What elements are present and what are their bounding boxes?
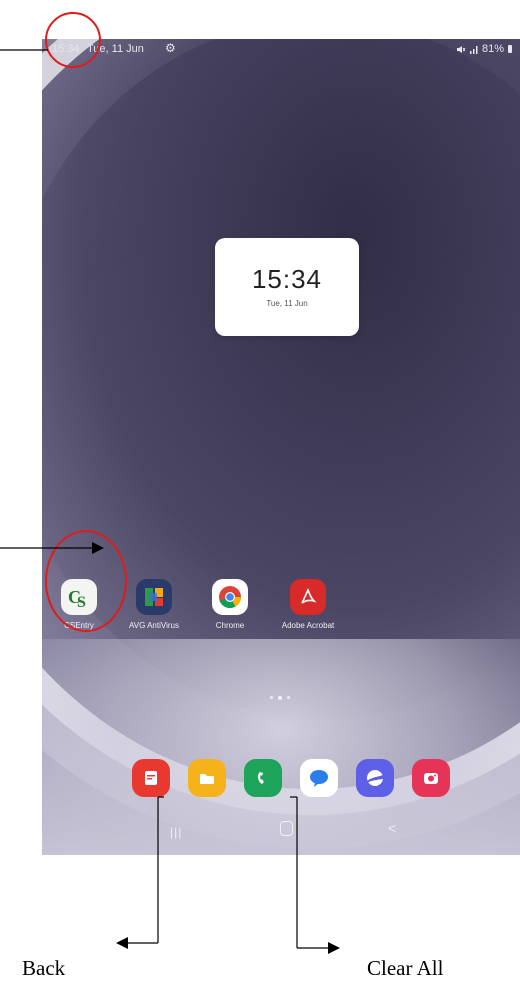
arrow-head-csentry	[92, 542, 104, 554]
highlight-circle-time	[45, 12, 101, 68]
highlight-circle-csentry	[45, 530, 127, 632]
annotation-back-label: Back	[22, 956, 66, 980]
arrow-head-clear-all	[328, 942, 340, 954]
arrow-head-back	[116, 937, 128, 949]
annotation-clear-all-label: Clear All	[367, 956, 444, 980]
annotation-layer	[0, 12, 340, 954]
